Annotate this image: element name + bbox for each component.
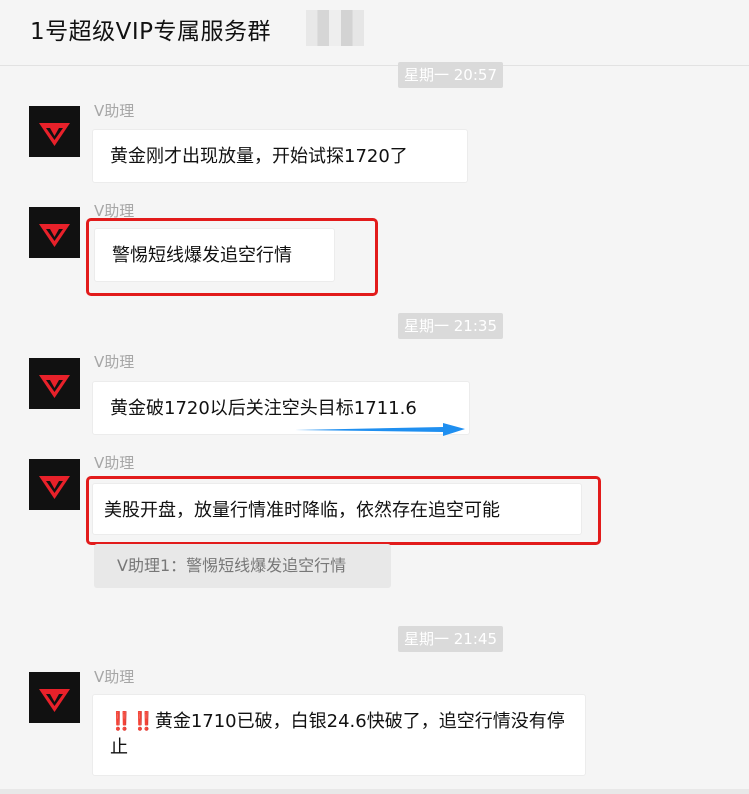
highlight-box: [86, 218, 378, 296]
timestamp: 星期一 20:57: [398, 62, 503, 88]
sender-name: V助理: [94, 454, 135, 472]
message-bubble[interactable]: 黄金刚才出现放量，开始试探1720了: [92, 129, 468, 183]
timestamp: 星期一 21:45: [398, 626, 503, 652]
sender-name: V助理: [94, 668, 135, 686]
v-logo-icon: [39, 689, 70, 712]
avatar[interactable]: [29, 459, 80, 510]
v-logo-icon: [39, 375, 70, 398]
timestamp: 星期一 21:35: [398, 313, 503, 339]
quoted-reply[interactable]: V助理1：警惕短线爆发追空行情: [94, 544, 391, 588]
v-logo-icon: [39, 476, 70, 499]
message-bubble[interactable]: ‼️‼️黄金1710已破，白银24.6快破了，追空行情没有停止: [92, 694, 586, 776]
message-text: 黄金刚才出现放量，开始试探1720了: [110, 146, 408, 167]
avatar[interactable]: [29, 106, 80, 157]
right-arrow-icon: [295, 423, 465, 436]
sender-name: V助理: [94, 102, 135, 120]
bottom-divider: [0, 789, 749, 794]
message-text: 黄金破1720以后关注空头目标1711.6: [110, 398, 417, 419]
chat-header: 1号超级VIP专属服务群: [0, 0, 749, 66]
group-title: 1号超级VIP专属服务群: [30, 19, 272, 45]
avatar[interactable]: [29, 672, 80, 723]
sender-name: V助理: [94, 353, 135, 371]
blurred-member-count: [306, 10, 364, 46]
warning-emoji-icon: ‼️‼️: [110, 711, 155, 732]
highlight-box: [86, 476, 601, 545]
message-text: 黄金1710已破，白银24.6快破了，追空行情没有停止: [110, 711, 565, 758]
v-logo-icon: [39, 123, 70, 146]
avatar[interactable]: [29, 358, 80, 409]
avatar[interactable]: [29, 207, 80, 258]
v-logo-icon: [39, 224, 70, 247]
